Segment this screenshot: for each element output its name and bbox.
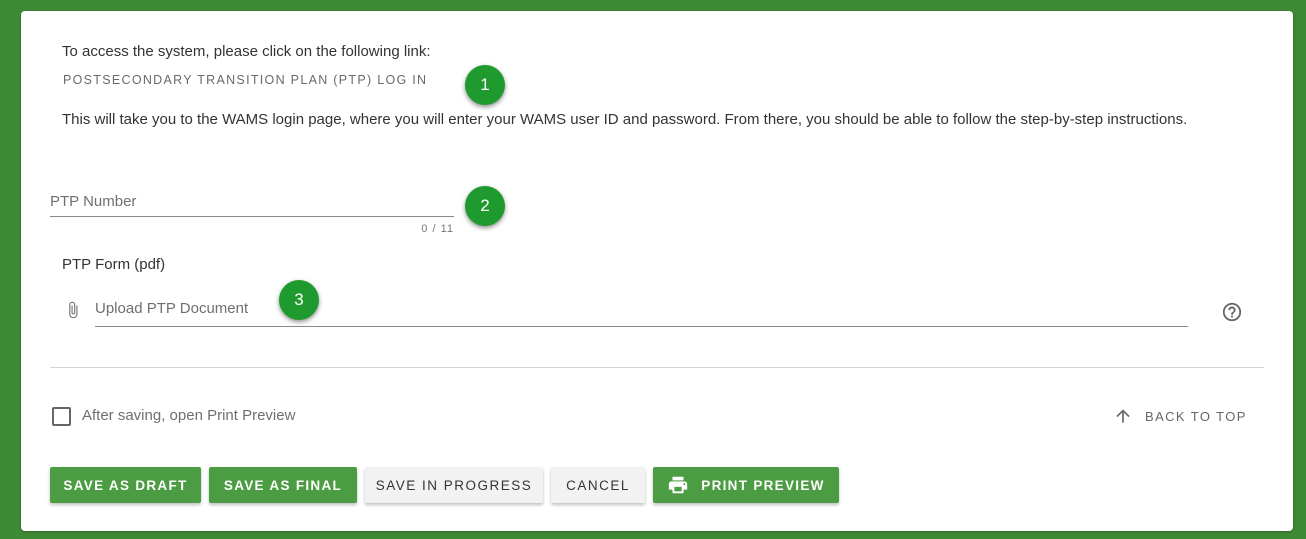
help-circle-icon[interactable] bbox=[1221, 301, 1243, 323]
step-badge-3: 3 bbox=[279, 280, 319, 320]
section-divider bbox=[50, 367, 1264, 368]
print-preview-checkbox[interactable] bbox=[52, 407, 71, 426]
upload-placeholder: Upload PTP Document bbox=[95, 300, 249, 317]
print-preview-button[interactable]: PRINT PREVIEW bbox=[653, 467, 839, 503]
form-card: To access the system, please click on th… bbox=[21, 11, 1293, 531]
ptp-login-link[interactable]: POSTSECONDARY TRANSITION PLAN (PTP) LOG … bbox=[63, 73, 427, 87]
upload-document-field[interactable]: Upload PTP Document bbox=[95, 296, 1188, 327]
back-to-top-label: BACK TO TOP bbox=[1145, 408, 1247, 424]
character-counter: 0 / 11 bbox=[421, 223, 454, 235]
paperclip-icon[interactable] bbox=[64, 298, 82, 322]
back-to-top-button[interactable]: BACK TO TOP bbox=[1113, 406, 1247, 426]
arrow-up-icon bbox=[1116, 409, 1130, 423]
print-preview-label: PRINT PREVIEW bbox=[701, 477, 825, 493]
step-badge-1: 1 bbox=[465, 65, 505, 105]
description-text: This will take you to the WAMS login pag… bbox=[62, 111, 1188, 128]
ptp-form-label: PTP Form (pdf) bbox=[62, 256, 166, 273]
save-as-draft-button[interactable]: SAVE AS DRAFT bbox=[50, 467, 201, 503]
printer-icon bbox=[669, 476, 688, 494]
ptp-number-field bbox=[50, 187, 454, 217]
step-badge-2: 2 bbox=[465, 186, 505, 226]
save-in-progress-button[interactable]: SAVE IN PROGRESS bbox=[365, 467, 543, 503]
ptp-number-input[interactable] bbox=[50, 187, 454, 216]
intro-text: To access the system, please click on th… bbox=[62, 43, 431, 60]
print-preview-checkbox-label: After saving, open Print Preview bbox=[82, 407, 296, 424]
save-as-final-button[interactable]: SAVE AS FINAL bbox=[209, 467, 357, 503]
cancel-button[interactable]: CANCEL bbox=[551, 467, 645, 503]
